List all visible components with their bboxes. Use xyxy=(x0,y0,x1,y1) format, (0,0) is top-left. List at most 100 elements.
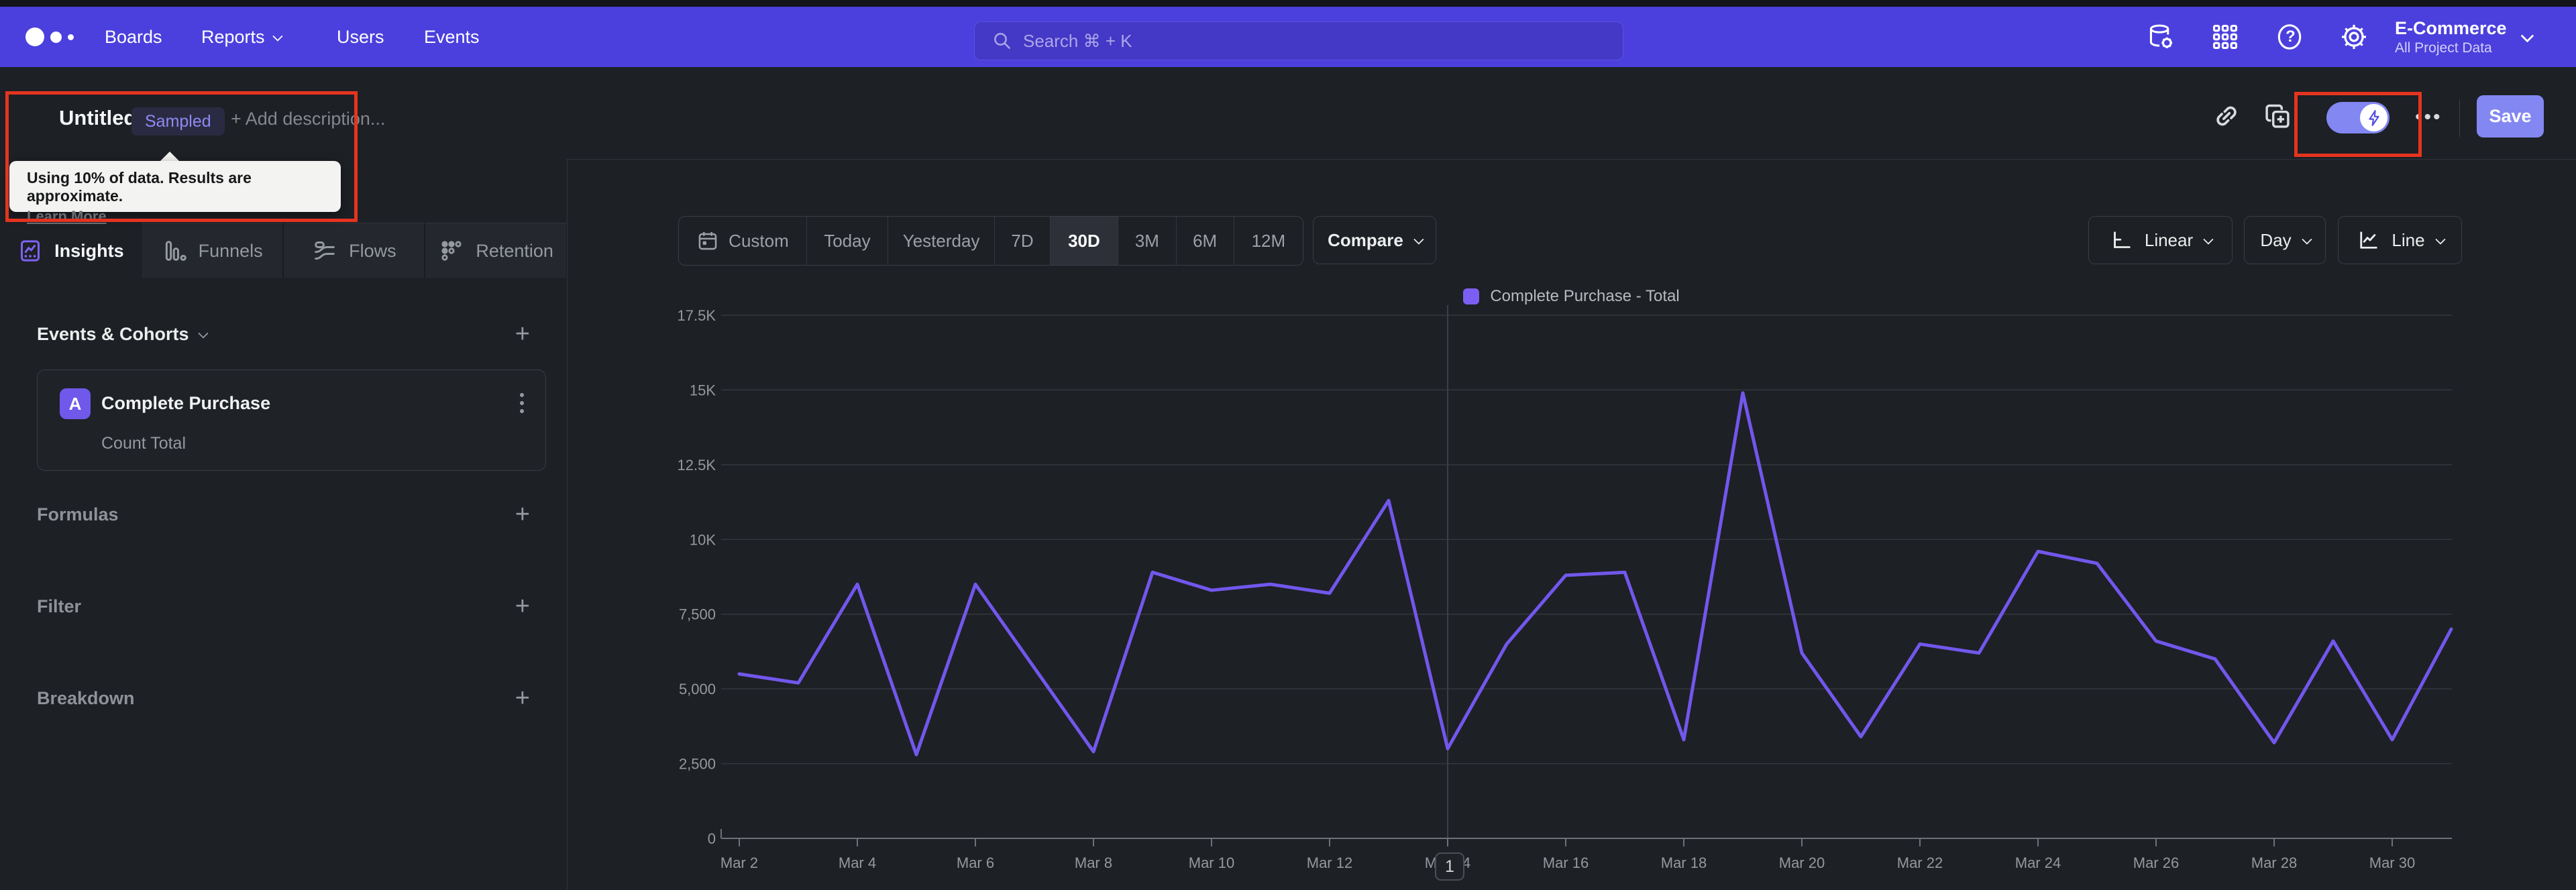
x-tick-label: Mar 8 xyxy=(1075,854,1112,871)
funnels-icon xyxy=(165,241,186,261)
pagination-page-1[interactable]: 1 xyxy=(1435,852,1464,881)
x-tick-label: Mar 24 xyxy=(2015,854,2061,871)
x-tick-label: Mar 12 xyxy=(1307,854,1352,871)
nav-item-users[interactable]: Users xyxy=(337,27,384,48)
breakdown-label: Breakdown xyxy=(37,687,135,708)
search-input[interactable]: Search ⌘ + K xyxy=(974,21,1623,60)
calendar-icon xyxy=(698,231,717,250)
nav-item-boards[interactable]: Boards xyxy=(105,27,162,48)
tab-flows[interactable]: Flows xyxy=(282,223,425,279)
chevron-down-icon xyxy=(197,327,209,339)
event-metric[interactable]: Count Total xyxy=(101,434,186,453)
insights-icon xyxy=(21,240,40,262)
apps-grid-icon[interactable] xyxy=(2210,7,2240,67)
add-formula-button[interactable]: + xyxy=(515,502,530,527)
events-cohorts-title[interactable]: Events & Cohorts xyxy=(37,324,209,345)
range-today[interactable]: Today xyxy=(807,217,888,265)
chevron-down-icon xyxy=(2203,233,2214,245)
mixpanel-logo-icon[interactable] xyxy=(25,7,74,67)
range-12m[interactable]: 12M xyxy=(1234,217,1303,265)
x-tick-label: Mar 30 xyxy=(2369,854,2415,871)
formulas-label: Formulas xyxy=(37,504,119,524)
range-30d[interactable]: 30D xyxy=(1050,217,1119,265)
sampling-tooltip: Using 10% of data. Results are approxima… xyxy=(9,161,341,225)
more-menu[interactable]: ••• xyxy=(2415,106,2443,129)
x-tick-label: Mar 20 xyxy=(1779,854,1825,871)
y-tick-label: 0 xyxy=(708,830,716,847)
header-divider xyxy=(2459,99,2460,137)
kebab-menu-icon[interactable] xyxy=(520,393,524,413)
y-tick-label: 10K xyxy=(690,531,716,548)
range-3m[interactable]: 3M xyxy=(1118,217,1177,265)
event-card[interactable]: A Complete Purchase Count Total xyxy=(37,370,546,471)
data-management-icon[interactable] xyxy=(2145,7,2176,67)
range-6m[interactable]: 6M xyxy=(1177,217,1234,265)
x-tick-label: Mar 26 xyxy=(2133,854,2179,871)
nav-item-reports[interactable]: Reports xyxy=(201,27,283,48)
add-event-button[interactable]: + xyxy=(515,321,530,347)
chevron-down-icon xyxy=(1413,233,1424,245)
event-series-badge: A xyxy=(60,388,91,419)
x-tick-label: Mar 28 xyxy=(2251,854,2297,871)
linear-axis-icon xyxy=(2113,231,2131,248)
duplicate-add-icon[interactable] xyxy=(2262,101,2293,131)
line-chart: 0 2,500 5,000 7,500 10K 12.5K 15K 17.5K Mar 2 Mar… xyxy=(678,305,2453,871)
breakdown-section: Breakdown + xyxy=(0,683,567,713)
events-cohorts-header: Events & Cohorts + xyxy=(0,321,567,347)
y-tick-label: 2,500 xyxy=(679,756,716,773)
tab-retention[interactable]: Retention xyxy=(425,223,567,279)
y-tick-label: 7,500 xyxy=(679,606,716,623)
interval-dropdown[interactable]: Day xyxy=(2244,216,2326,264)
formulas-section: Formulas + xyxy=(0,500,567,529)
range-7d[interactable]: 7D xyxy=(995,217,1051,265)
learn-more-link[interactable]: Learn More xyxy=(27,208,107,225)
x-tick-label: Mar 6 xyxy=(957,854,994,871)
project-switcher[interactable]: E-Commerce All Project Data xyxy=(2395,7,2534,67)
x-tick-label: Mar 16 xyxy=(1543,854,1589,871)
tab-funnels[interactable]: Funnels xyxy=(140,223,283,279)
add-breakdown-button[interactable]: + xyxy=(515,685,530,711)
x-tick-label: Mar 2 xyxy=(720,854,758,871)
scale-dropdown[interactable]: Linear xyxy=(2088,216,2233,264)
toggle-knob xyxy=(2360,104,2387,131)
chevron-down-icon xyxy=(2434,233,2446,245)
x-tick-label: Mar 4 xyxy=(839,854,876,871)
series-line xyxy=(737,391,2453,757)
nav-item-events[interactable]: Events xyxy=(424,27,480,48)
add-filter-button[interactable]: + xyxy=(515,594,530,619)
add-description-field[interactable]: + Add description... xyxy=(231,109,385,129)
filter-label: Filter xyxy=(37,596,82,616)
settings-gear-icon[interactable] xyxy=(2339,7,2369,67)
chevron-down-icon xyxy=(272,30,283,42)
event-name[interactable]: Complete Purchase xyxy=(101,393,270,414)
x-tick-label: Mar 18 xyxy=(1661,854,1707,871)
date-range-group: Custom Today Yesterday 7D 30D 3M 6M 12M xyxy=(678,216,1303,266)
project-name: E-Commerce xyxy=(2395,17,2507,38)
report-type-tabs: Insights Funnels Flows Retention xyxy=(0,223,567,279)
copy-link-icon[interactable] xyxy=(2211,101,2242,131)
flows-icon xyxy=(315,241,335,260)
chevron-down-icon xyxy=(2301,233,2312,245)
mixpanel-insights-page: Boards Reports Users Events Search ⌘ + K xyxy=(0,0,2576,890)
chevron-down-icon xyxy=(2520,29,2534,43)
top-nav: Boards Reports Users Events Search ⌘ + K xyxy=(0,7,2576,67)
range-yesterday[interactable]: Yesterday xyxy=(888,217,996,265)
y-tick-label: 5,000 xyxy=(679,681,716,698)
y-tick-label: 12.5K xyxy=(678,457,716,474)
retention-icon xyxy=(441,241,462,261)
line-chart-icon xyxy=(2360,231,2378,249)
report-header xyxy=(0,67,2576,160)
sampled-badge[interactable]: Sampled xyxy=(131,107,225,135)
compare-dropdown[interactable]: Compare xyxy=(1313,216,1436,264)
x-tick-label: Mar 22 xyxy=(1897,854,1943,871)
save-button[interactable]: Save xyxy=(2477,95,2544,137)
search-icon xyxy=(994,33,1010,49)
y-tick-label: 15K xyxy=(690,382,716,398)
chart-type-dropdown[interactable]: Line xyxy=(2338,216,2462,264)
help-icon[interactable]: ? xyxy=(2274,7,2305,67)
range-custom[interactable]: Custom xyxy=(679,217,807,265)
sampling-toggle[interactable] xyxy=(2326,102,2390,133)
tab-insights[interactable]: Insights xyxy=(0,223,141,279)
report-title[interactable]: Untitled xyxy=(59,106,136,130)
filter-section: Filter + xyxy=(0,592,567,621)
